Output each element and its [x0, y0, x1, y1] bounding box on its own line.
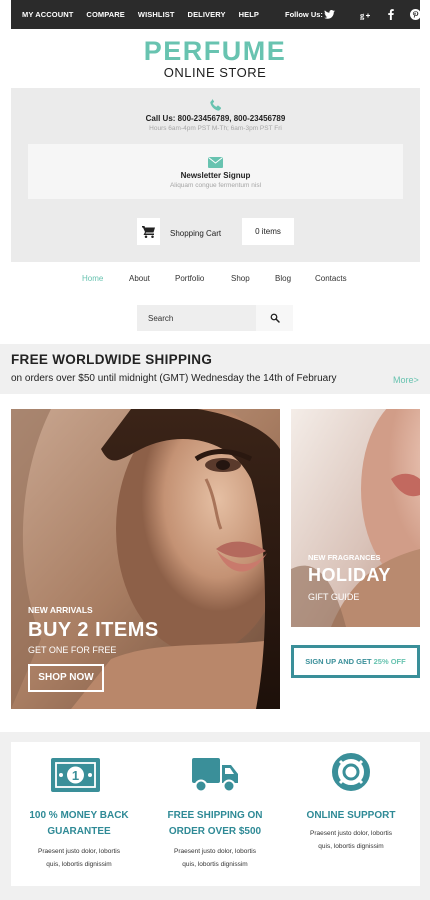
newsletter-title: Newsletter Signup [180, 171, 251, 180]
holiday-subline: GIFT GUIDE [308, 592, 360, 602]
account-nav: MY ACCOUNT COMPARE WISHLIST DELIVERY HEL… [22, 0, 272, 29]
features-row: 1 100 % MONEY BACK GUARANTEE Praesent ju… [11, 742, 420, 886]
signup-discount: 25% OFF [373, 657, 406, 666]
features-section: 1 100 % MONEY BACK GUARANTEE Praesent ju… [0, 732, 430, 900]
logo-title[interactable]: PERFUME [0, 35, 430, 67]
hero-eyebrow: NEW ARRIVALS [28, 605, 93, 615]
search-button[interactable] [256, 305, 293, 331]
twitter-icon[interactable] [317, 0, 341, 29]
shipping-subtitle: on orders over $50 until midnight (GMT) … [11, 373, 337, 384]
feature-free-shipping: FREE SHIPPING ON ORDER OVER $500 Praesen… [147, 742, 283, 886]
cart-icon [142, 225, 155, 238]
truck-icon [192, 758, 238, 792]
shop-now-button[interactable]: SHOP NOW [28, 664, 104, 692]
lifebuoy-icon [332, 753, 370, 791]
top-bar: MY ACCOUNT COMPARE WISHLIST DELIVERY HEL… [11, 0, 421, 29]
cart-button[interactable] [137, 218, 160, 245]
feature-text-line2: quis, lobortis dignissim [182, 861, 248, 868]
money-icon: 1 [51, 758, 100, 792]
search-icon [270, 313, 280, 323]
hero-banner-holiday[interactable]: NEW FRAGRANCES HOLIDAY GIFT GUIDE [291, 409, 420, 627]
signup-prefix: SIGN UP AND GET [305, 657, 372, 666]
feature-text-line1: Praesent justo dolor, lobortis [37, 848, 121, 855]
help-link[interactable]: HELP [239, 10, 259, 19]
feature-online-support: ONLINE SUPPORT Praesent justo dolor, lob… [283, 742, 419, 886]
compare-link[interactable]: COMPARE [86, 10, 124, 19]
google-plus-icon[interactable]: g [354, 0, 378, 29]
feature-title-line2: GUARANTEE [47, 826, 111, 837]
shipping-more-link[interactable]: More> [393, 375, 419, 385]
feature-text-line1: Praesent justo dolor, lobortis [309, 830, 393, 837]
call-us-text: Call Us: 800-23456789, 800-23456789 [145, 114, 286, 123]
delivery-link[interactable]: DELIVERY [188, 10, 226, 19]
nav-shop[interactable]: Shop [231, 274, 250, 283]
feature-title-line1: FREE SHIPPING ON [167, 810, 263, 821]
facebook-icon[interactable] [379, 0, 403, 29]
header-info-panel: Call Us: 800-23456789, 800-23456789 Hour… [11, 88, 420, 262]
envelope-icon [208, 157, 223, 168]
nav-home[interactable]: Home [82, 274, 103, 283]
feature-title-line1: ONLINE SUPPORT [306, 810, 396, 821]
hero-headline: BUY 2 ITEMS [28, 619, 159, 641]
newsletter-subtitle: Aliquam congue fermentum nisl [169, 182, 262, 189]
wishlist-link[interactable]: WISHLIST [138, 10, 175, 19]
pinterest-icon[interactable] [403, 0, 427, 29]
my-account-link[interactable]: MY ACCOUNT [22, 10, 73, 19]
feature-text-line2: quis, lobortis dignissim [46, 861, 112, 868]
nav-portfolio[interactable]: Portfolio [175, 274, 204, 283]
feature-title-line2: ORDER OVER $500 [168, 826, 262, 837]
feature-money-back: 1 100 % MONEY BACK GUARANTEE Praesent ju… [11, 742, 147, 886]
svg-text:g: g [360, 10, 365, 20]
holiday-headline: HOLIDAY [308, 565, 391, 585]
feature-text-line2: quis, lobortis dignissim [318, 843, 384, 850]
hours-text: Hours 6am-4pm PST M-Th; 6am-3pm PST Fri [149, 125, 282, 132]
newsletter-signup[interactable]: Newsletter Signup Aliquam congue ferment… [28, 144, 403, 199]
phone-icon [210, 98, 222, 111]
search-input[interactable] [137, 305, 256, 331]
nav-blog[interactable]: Blog [275, 274, 291, 283]
signup-discount-button[interactable]: SIGN UP AND GET 25% OFF [291, 645, 420, 678]
hero-banner-main[interactable]: NEW ARRIVALS BUY 2 ITEMS GET ONE FOR FRE… [11, 409, 280, 709]
shopping-cart-label[interactable]: Shopping Cart [170, 229, 221, 238]
shipping-title: FREE WORLDWIDE SHIPPING [11, 352, 213, 367]
logo-subtitle: ONLINE STORE [163, 65, 267, 80]
feature-title-line1: 100 % MONEY BACK [29, 810, 129, 821]
hero-subline: GET ONE FOR FREE [28, 645, 117, 655]
svg-text:1: 1 [72, 768, 79, 783]
nav-contacts[interactable]: Contacts [315, 274, 347, 283]
shipping-banner: FREE WORLDWIDE SHIPPING on orders over $… [0, 344, 430, 394]
holiday-eyebrow: NEW FRAGRANCES [308, 553, 381, 562]
cart-items-count[interactable]: 0 items [242, 218, 294, 245]
feature-text-line1: Praesent justo dolor, lobortis [173, 848, 257, 855]
nav-about[interactable]: About [129, 274, 150, 283]
